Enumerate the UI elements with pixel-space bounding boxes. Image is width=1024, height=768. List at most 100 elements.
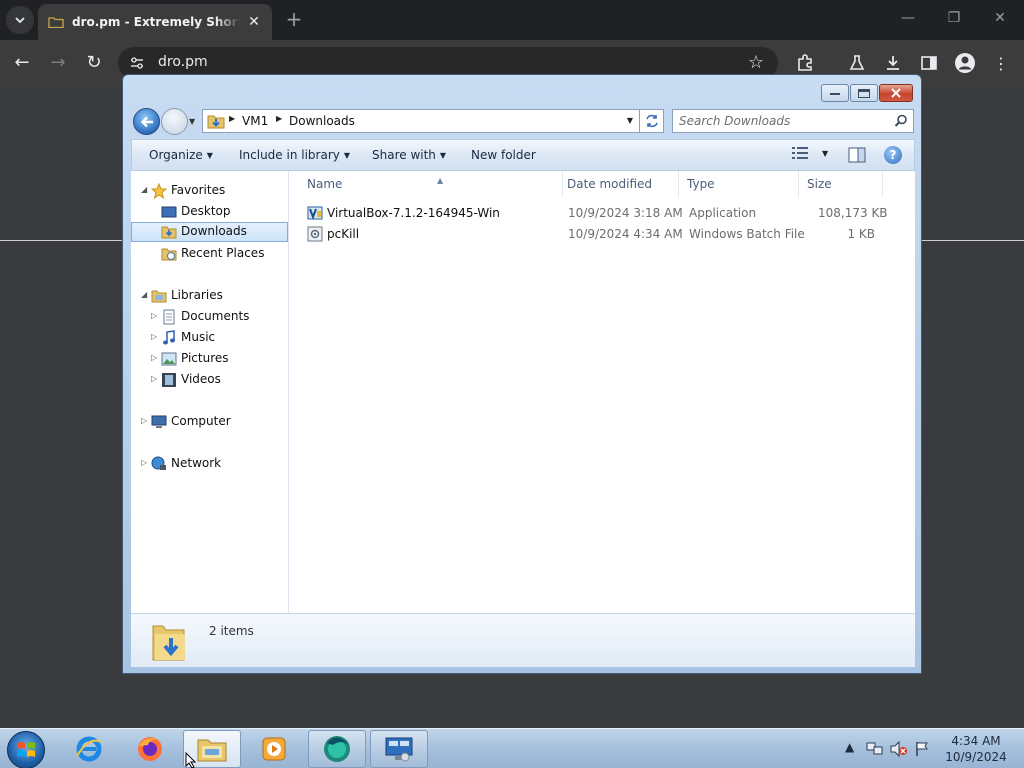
site-settings-icon[interactable] — [130, 56, 144, 70]
column-header-type[interactable]: Type — [679, 171, 799, 197]
column-header-size[interactable]: Size — [799, 171, 883, 197]
pictures-icon — [161, 352, 177, 366]
search-field[interactable] — [672, 109, 914, 133]
bookmark-star-icon[interactable]: ☆ — [748, 52, 764, 73]
network-tray-icon[interactable] — [866, 741, 884, 757]
address-dropdown-icon[interactable]: ▼ — [627, 116, 633, 125]
maximize-button[interactable] — [850, 84, 878, 102]
taskbar: ▲ 4:34 AM 10/9/2024 — [0, 728, 1024, 768]
taskbar-internet-explorer[interactable] — [60, 730, 118, 768]
column-name-label: Name — [307, 177, 343, 191]
breadcrumb-downloads[interactable]: Downloads — [289, 114, 355, 128]
chevron-down-icon — [15, 17, 25, 23]
browser-tab-strip: dro.pm - Extremely Short Links ✕ + — ❐ ✕ — [0, 0, 1024, 40]
nav-network[interactable]: ▷ Network — [131, 454, 288, 474]
close-button[interactable] — [879, 84, 913, 102]
address-row: ▼ ▶ VM1 ▶ Downloads ▼ — [131, 107, 915, 135]
forward-arrow-icon[interactable]: → — [46, 51, 70, 75]
nav-videos[interactable]: ▷ Videos — [131, 370, 288, 390]
taskbar-media-player[interactable] — [244, 730, 302, 768]
restore-browser-icon[interactable]: ❐ — [944, 10, 964, 26]
show-hidden-icons-icon[interactable]: ▲ — [845, 740, 854, 754]
volume-muted-icon[interactable] — [890, 741, 908, 757]
refresh-icon — [645, 114, 658, 128]
nav-downloads[interactable]: Downloads — [131, 222, 288, 242]
nav-desktop[interactable]: Desktop — [131, 202, 288, 222]
nav-favorites[interactable]: ◢ Favorites — [131, 181, 288, 201]
column-header-date-modified[interactable]: Date modified — [559, 171, 679, 197]
explorer-forward-button[interactable] — [161, 108, 188, 135]
sort-ascending-icon: ▲ — [437, 176, 444, 185]
details-pane: 2 items — [131, 613, 915, 667]
profile-avatar-icon[interactable] — [954, 52, 976, 74]
nav-libraries-label: Libraries — [171, 288, 223, 302]
file-name: pcKill — [327, 227, 360, 241]
tab-close-icon[interactable]: ✕ — [246, 14, 262, 30]
nav-recent-places[interactable]: Recent Places — [131, 244, 288, 264]
explorer-address-bar[interactable]: ▶ VM1 ▶ Downloads ▼ — [202, 109, 640, 133]
collapse-arrow-icon[interactable]: ◢ — [141, 185, 147, 194]
expand-arrow-icon[interactable]: ▷ — [151, 353, 157, 362]
tab-search-button[interactable] — [6, 6, 34, 34]
system-clock[interactable]: 4:34 AM 10/9/2024 — [936, 733, 1016, 765]
recent-pages-dropdown-icon[interactable]: ▼ — [189, 117, 195, 126]
virtualbox-app-icon — [307, 206, 323, 220]
folder-favicon-icon — [48, 17, 64, 28]
extensions-icon[interactable] — [794, 52, 816, 74]
breadcrumb-vm1[interactable]: VM1 — [242, 114, 268, 128]
expand-arrow-icon[interactable]: ▷ — [151, 311, 157, 320]
search-input[interactable] — [679, 113, 879, 129]
labs-flask-icon[interactable] — [846, 52, 868, 74]
breadcrumb-separator-icon[interactable]: ▶ — [276, 114, 282, 123]
minimize-browser-icon[interactable]: — — [898, 10, 918, 26]
file-row[interactable]: pcKill 10/9/2024 4:34 AM Windows Batch F… — [289, 224, 915, 244]
nav-documents[interactable]: ▷ Documents — [131, 307, 288, 327]
action-center-flag-icon[interactable] — [914, 741, 930, 757]
browser-tab[interactable]: dro.pm - Extremely Short Links ✕ — [38, 4, 272, 40]
help-icon[interactable]: ? — [884, 146, 902, 164]
expand-arrow-icon[interactable]: ▷ — [151, 374, 157, 383]
include-in-library-menu[interactable]: Include in library ▼ — [239, 148, 350, 162]
search-icon[interactable] — [894, 114, 908, 128]
view-dropdown-icon[interactable]: ▼ — [822, 149, 828, 158]
side-panel-icon[interactable] — [918, 52, 940, 74]
expand-arrow-icon[interactable]: ▷ — [141, 458, 147, 467]
file-size: 1 KB — [847, 227, 875, 241]
mouse-cursor-icon — [185, 752, 197, 768]
file-row[interactable]: VirtualBox-7.1.2-164945-Win 10/9/2024 3:… — [289, 203, 915, 223]
nav-pictures[interactable]: ▷ Pictures — [131, 349, 288, 369]
column-header-name[interactable]: ▲ Name — [299, 171, 563, 197]
expand-arrow-icon[interactable]: ▷ — [141, 416, 147, 425]
taskbar-remote-desktop[interactable] — [370, 730, 428, 768]
explorer-back-button[interactable] — [133, 108, 160, 135]
close-browser-icon[interactable]: ✕ — [990, 10, 1010, 26]
preview-pane-button[interactable] — [848, 147, 866, 167]
new-folder-button[interactable]: New folder — [471, 148, 536, 162]
nav-favorites-label: Favorites — [171, 183, 226, 197]
nav-music[interactable]: ▷ Music — [131, 328, 288, 348]
organize-label: Organize — [149, 148, 203, 162]
back-arrow-icon[interactable]: ← — [10, 51, 34, 75]
taskbar-chrome[interactable] — [308, 730, 366, 768]
nav-computer[interactable]: ▷ Computer — [131, 412, 288, 432]
minimize-button[interactable] — [821, 84, 849, 102]
nav-libraries[interactable]: ◢ Libraries — [131, 286, 288, 306]
collapse-arrow-icon[interactable]: ◢ — [141, 290, 147, 299]
reload-icon[interactable]: ↻ — [82, 51, 106, 75]
organize-menu[interactable]: Organize ▼ — [149, 148, 213, 162]
new-tab-button[interactable]: + — [282, 8, 306, 32]
nav-downloads-label: Downloads — [181, 224, 247, 238]
internet-explorer-icon — [76, 736, 102, 762]
expand-arrow-icon[interactable]: ▷ — [151, 332, 157, 341]
change-view-button[interactable]: ▼ — [792, 147, 828, 159]
breadcrumb-separator-icon[interactable]: ▶ — [229, 114, 235, 123]
refresh-button[interactable] — [640, 109, 664, 133]
close-icon — [891, 88, 901, 98]
nav-recent-places-label: Recent Places — [181, 246, 265, 260]
include-in-library-label: Include in library — [239, 148, 340, 162]
download-icon[interactable] — [882, 52, 904, 74]
share-with-menu[interactable]: Share with ▼ — [372, 148, 446, 162]
taskbar-firefox[interactable] — [121, 730, 179, 768]
chrome-menu-icon[interactable]: ⋮ — [990, 52, 1012, 74]
start-button[interactable] — [7, 731, 45, 768]
